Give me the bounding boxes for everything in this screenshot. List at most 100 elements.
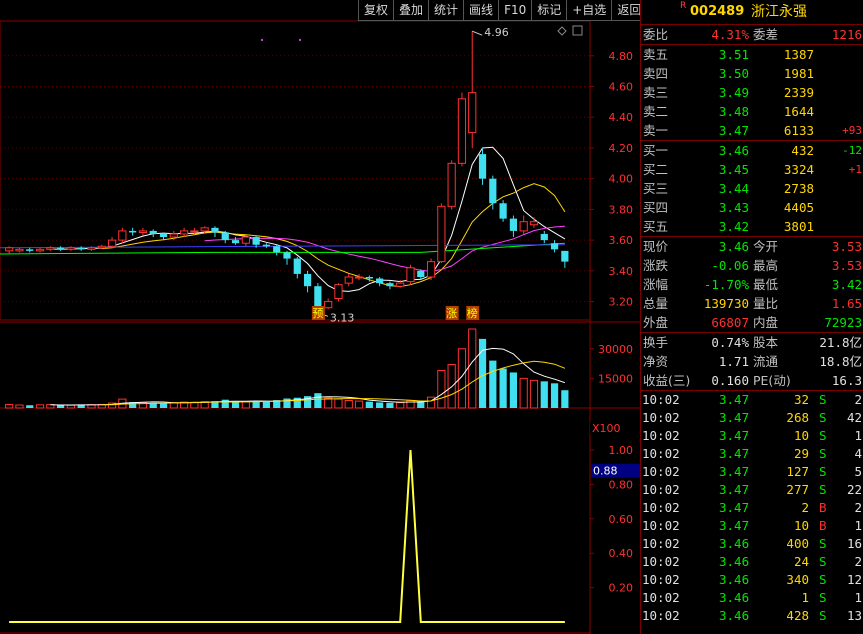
candle-body (437, 205, 446, 263)
tick-row[interactable]: 10:02 3.47 127 S 5 (641, 463, 863, 481)
tick-count: 22 (846, 482, 862, 497)
candle-body (77, 247, 85, 250)
pane-toggle-icon (572, 25, 583, 36)
candle-body (283, 252, 291, 259)
price-axis-label: 3.20 (609, 296, 634, 309)
fund-value-2: 16.3 (831, 373, 862, 388)
candle-body (5, 247, 14, 252)
tick-count: 1 (854, 590, 862, 605)
indicator-line (9, 449, 565, 623)
asks-label: 卖五 (643, 47, 669, 62)
volume-bar (35, 404, 45, 409)
bids-row[interactable]: 买三 3.44 2738 (641, 179, 863, 198)
tick-row[interactable]: 10:02 3.47 2 B 2 (641, 499, 863, 517)
fund-value: 0.160 (711, 373, 749, 388)
tick-side: S (819, 554, 827, 569)
event-marker: 涨 (446, 307, 457, 320)
tick-price: 3.46 (719, 572, 750, 587)
candle-body (221, 232, 229, 241)
toolbar-button-6[interactable]: +自选 (566, 0, 612, 21)
tick-side: S (819, 572, 827, 587)
asks-price: 3.50 (718, 66, 749, 81)
toolbar-button-2[interactable]: 统计 (428, 0, 464, 21)
bids-change: -12 (842, 144, 862, 157)
tick-row[interactable]: 10:02 3.46 24 S 2 (641, 553, 863, 571)
candle-body (211, 227, 219, 233)
candle-body (426, 261, 436, 278)
quote-value: 3.46 (718, 239, 749, 254)
asks-volume: 6133 (783, 123, 814, 138)
tick-time: 10:02 (642, 428, 680, 443)
tick-price: 3.47 (719, 518, 750, 533)
quote-panel: R 002489 浙江永强 委比 4.31% 委差 1216 卖五 3.51 138… (640, 0, 863, 634)
tick-row[interactable]: 10:02 3.47 32 S 2 (641, 391, 863, 409)
tick-row[interactable]: 10:02 3.47 277 S 22 (641, 481, 863, 499)
volume-bar (550, 383, 559, 408)
asks-row[interactable]: 卖三 3.49 2339 (641, 83, 863, 102)
bids-row[interactable]: 买五 3.42 3801 (641, 217, 863, 236)
quote-label: 涨跌 (643, 258, 669, 273)
tick-row[interactable]: 10:02 3.47 268 S 42 (641, 409, 863, 427)
candle-body (376, 278, 384, 284)
price-axis-label: 4.20 (609, 142, 634, 155)
asks-row[interactable]: 卖一 3.47 6133 +93 (641, 121, 863, 140)
volume-bar (190, 401, 199, 409)
indicator-axis-label: 0.60 (609, 513, 634, 526)
asks-volume: 2339 (783, 85, 814, 100)
asks-row[interactable]: 卖二 3.48 1644 (641, 102, 863, 121)
bid-book: 买一 3.46 432 -12 买二 3.45 3324 +1 买三 3.44 2738 买四 3.43… (641, 141, 863, 237)
fund-label-2: 流通 (753, 354, 779, 369)
tick-price: 3.46 (719, 608, 750, 623)
tick-row[interactable]: 10:02 3.46 1 S 1 (641, 589, 863, 607)
tick-side: S (819, 410, 827, 425)
fund-value: 1.71 (718, 354, 749, 369)
fund-label-2: 股本 (753, 335, 779, 350)
candle-body (15, 248, 24, 252)
tick-price: 3.46 (719, 536, 750, 551)
toolbar-button-0[interactable]: 复权 (358, 0, 394, 21)
bids-change: +1 (848, 163, 862, 176)
tick-row[interactable]: 10:02 3.46 400 S 16 (641, 535, 863, 553)
tick-row[interactable]: 10:02 3.47 29 S 4 (641, 445, 863, 463)
price-axis-label: 3.40 (609, 265, 634, 278)
tick-count: 2 (854, 554, 862, 569)
tick-time: 10:02 (642, 572, 680, 587)
ask-book: 卖五 3.51 1387 卖四 3.50 1981 卖三 3.49 2339 卖二 3.48 1644… (641, 45, 863, 141)
tick-row[interactable]: 10:02 3.47 10 S 1 (641, 427, 863, 445)
candle-body (138, 230, 148, 233)
bids-row[interactable]: 买一 3.46 432 -12 (641, 141, 863, 160)
asks-row[interactable]: 卖四 3.50 1981 (641, 64, 863, 83)
asks-row[interactable]: 卖五 3.51 1387 (641, 45, 863, 64)
candle-body (314, 286, 322, 308)
candle-body (241, 236, 250, 244)
tick-time: 10:02 (642, 590, 680, 605)
quote-label: 总量 (643, 296, 669, 311)
volume-bar (509, 372, 518, 408)
asks-label: 卖一 (643, 123, 669, 138)
volume-bar (468, 328, 477, 409)
candle-body (386, 283, 394, 287)
toolbar-button-5[interactable]: 标记 (531, 0, 567, 21)
event-marker: 榜 (467, 306, 478, 320)
quote-value-2: 72923 (824, 315, 862, 330)
tick-list[interactable]: 10:02 3.47 32 S 2 10:02 3.47 268 S 42 10:02 3.47 10 S… (641, 391, 863, 625)
toolbar-button-3[interactable]: 画线 (463, 0, 499, 21)
tick-row[interactable]: 10:02 3.47 10 B 1 (641, 517, 863, 535)
kline-chart[interactable]: 4.80 4.60 4.40 4.20 4.00 3.80 3.60 3.40 3.20 4.96… (0, 0, 640, 634)
tick-row[interactable]: 10:02 3.46 428 S 13 (641, 607, 863, 625)
bids-row[interactable]: 买四 3.43 4405 (641, 198, 863, 217)
tick-side: S (819, 482, 827, 497)
candle-body (87, 247, 96, 250)
quote-label-2: 今开 (753, 239, 779, 254)
toolbar-button-1[interactable]: 叠加 (393, 0, 429, 21)
chart-area[interactable]: 4.80 4.60 4.40 4.20 4.00 3.80 3.60 3.40 3.20 4.96… (0, 0, 640, 634)
bids-row[interactable]: 买二 3.45 3324 +1 (641, 160, 863, 179)
quote-label: 现价 (643, 239, 669, 254)
fundamental-stats: 换手 0.74% 股本 21.8亿 净资 1.71 流通 18.8亿 收益(三) 0.160 PE(… (641, 333, 863, 391)
tick-time: 10:02 (642, 608, 680, 623)
volume-axis-label: 30000 (598, 343, 633, 356)
indicator-axis-label: 0.80 (609, 478, 634, 491)
toolbar-button-4[interactable]: F10 (498, 0, 532, 21)
volume-axis-label: 15000 (598, 372, 633, 385)
tick-row[interactable]: 10:02 3.46 340 S 12 (641, 571, 863, 589)
